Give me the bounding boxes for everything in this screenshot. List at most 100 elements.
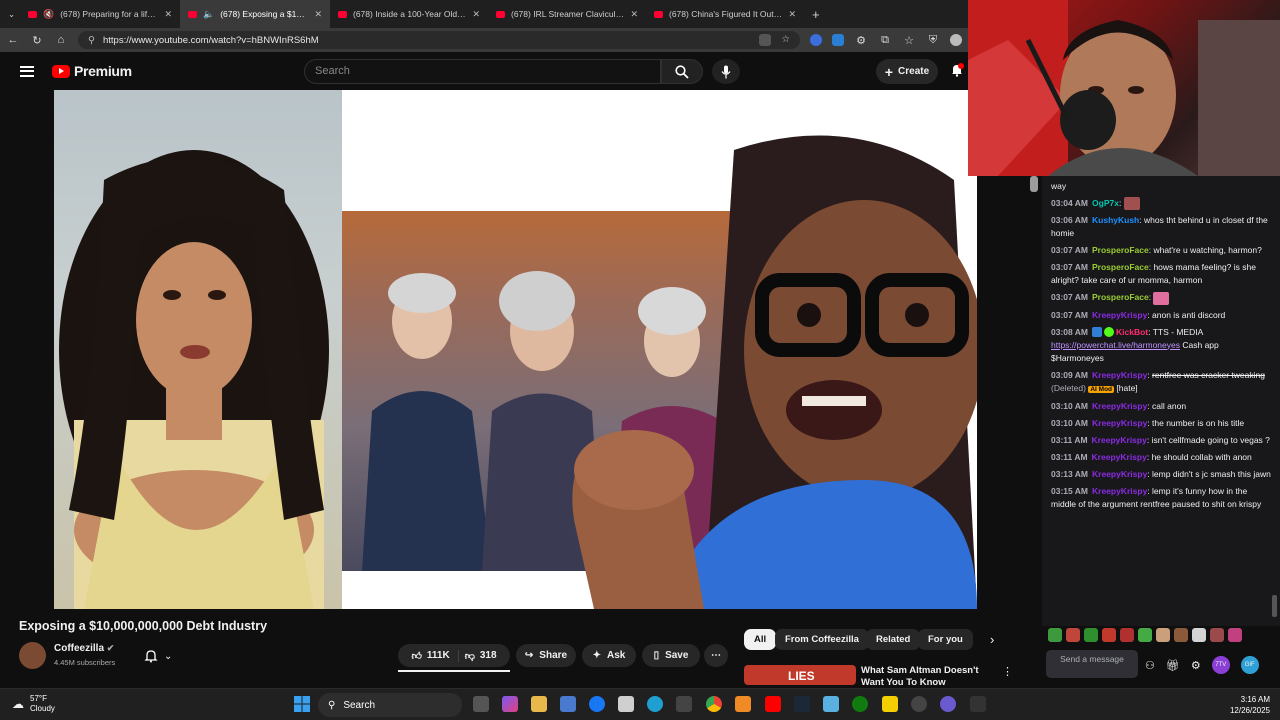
- profile-avatar[interactable]: [950, 34, 962, 46]
- chat-username[interactable]: KushyKush: [1092, 215, 1139, 225]
- browser-tab[interactable]: (678) Inside a 100-Year Old Farm ✕: [330, 0, 488, 28]
- chevron-right-icon[interactable]: ›: [990, 632, 994, 647]
- browser-tab-active[interactable]: 🔈 (678) Exposing a $10,000,000,000 ✕: [180, 0, 330, 28]
- settings-gear-icon[interactable]: ⚙: [1191, 659, 1201, 672]
- copilot-icon[interactable]: [502, 696, 518, 712]
- search-input[interactable]: Search: [304, 59, 661, 84]
- ask-button[interactable]: ✦ Ask: [582, 644, 636, 667]
- chat-link[interactable]: https://powerchat.live/harmoneyes: [1051, 340, 1180, 350]
- notifications-bell-icon[interactable]: [950, 63, 964, 77]
- split-screen-icon[interactable]: ⧉: [878, 34, 892, 47]
- chat-username[interactable]: KickBot: [1116, 327, 1148, 337]
- bookmark-star-icon[interactable]: ☆: [781, 34, 790, 46]
- chip-all[interactable]: All: [744, 629, 777, 650]
- search-button[interactable]: [661, 59, 703, 84]
- emote-icon[interactable]: [1048, 628, 1062, 642]
- chip-from-channel[interactable]: From Coffeezilla: [775, 629, 869, 650]
- emote-icon[interactable]: [1120, 628, 1134, 642]
- extensions-puzzle-icon[interactable]: ⚙: [854, 34, 868, 47]
- sticky-notes-icon[interactable]: [882, 696, 898, 712]
- hamburger-menu-icon[interactable]: [20, 65, 34, 77]
- recommended-video-title[interactable]: What Sam Altman Doesn't Want You To Know: [861, 665, 1001, 685]
- voice-search-button[interactable]: [712, 59, 740, 84]
- browser-tab[interactable]: 🔇 (678) Preparing for a lifetime ✕: [20, 0, 180, 28]
- chat-username[interactable]: KreepyKrispy: [1092, 418, 1147, 428]
- extension-icon[interactable]: [832, 34, 844, 46]
- file-explorer-icon[interactable]: [531, 696, 547, 712]
- home-icon[interactable]: ⌂: [54, 34, 68, 46]
- youtube-icon[interactable]: [765, 696, 781, 712]
- emote-icon[interactable]: [1084, 628, 1098, 642]
- close-tab-icon[interactable]: ✕: [630, 9, 638, 20]
- app-icon[interactable]: [940, 696, 956, 712]
- xbox-icon[interactable]: [852, 696, 868, 712]
- extension-icon[interactable]: [810, 34, 822, 46]
- close-tab-icon[interactable]: ✕: [472, 9, 480, 20]
- taskbar-clock[interactable]: 3:16 AM 12/26/2025: [1230, 694, 1270, 716]
- close-tab-icon[interactable]: ✕: [164, 9, 172, 20]
- vlc-icon[interactable]: [735, 696, 751, 712]
- emote-icon[interactable]: [1066, 628, 1080, 642]
- subscription-bell-button[interactable]: ⌄: [144, 646, 184, 666]
- windows-start-icon[interactable]: [293, 695, 311, 713]
- chip-related[interactable]: Related: [866, 629, 921, 650]
- save-button[interactable]: ▯ Save: [642, 644, 700, 667]
- taskbar-search[interactable]: ⚲ Search: [318, 693, 462, 717]
- more-actions-button[interactable]: ⋯: [704, 644, 728, 667]
- dislike-button[interactable]: 👎︎ 318: [465, 650, 497, 662]
- browser-shield-icon[interactable]: ⛨: [926, 34, 940, 47]
- gif-icon[interactable]: GIF: [1240, 656, 1259, 674]
- task-view-icon[interactable]: [473, 696, 489, 712]
- chat-scrollbar-thumb[interactable]: [1272, 595, 1277, 617]
- chat-username[interactable]: KreepyKrispy: [1092, 401, 1147, 411]
- chat-username[interactable]: ProsperoFace: [1092, 292, 1149, 302]
- channel-avatar[interactable]: [19, 642, 46, 669]
- like-button[interactable]: 👍︎ 111K: [411, 649, 459, 662]
- 7tv-icon[interactable]: 7TV: [1211, 656, 1230, 674]
- chat-username[interactable]: ProsperoFace: [1092, 262, 1149, 272]
- site-info-icon[interactable]: ⚲: [88, 35, 95, 46]
- emote-icon[interactable]: [1138, 628, 1152, 642]
- reload-icon[interactable]: ↻: [30, 34, 44, 47]
- store-icon[interactable]: [560, 696, 576, 712]
- recommended-video-thumbnail[interactable]: LIES: [744, 665, 856, 685]
- chat-username[interactable]: KreepyKrispy: [1092, 310, 1147, 320]
- chat-username[interactable]: KreepyKrispy: [1092, 486, 1147, 496]
- speaker-icon[interactable]: 🔈: [203, 9, 214, 20]
- obs-icon[interactable]: [911, 696, 927, 712]
- page-scrollbar-thumb[interactable]: [1030, 176, 1038, 192]
- app-icon[interactable]: [618, 696, 634, 712]
- chat-username[interactable]: KreepyKrispy: [1092, 452, 1147, 462]
- browser-tab[interactable]: (678) IRL Streamer Clavicular Just ✕: [488, 0, 646, 28]
- back-icon[interactable]: ←: [6, 34, 20, 46]
- gift-icon[interactable]: 🎁︎: [1166, 659, 1180, 672]
- chat-input[interactable]: Send a message: [1046, 650, 1138, 678]
- new-tab-button[interactable]: +: [804, 0, 834, 28]
- chat-username[interactable]: KreepyKrispy: [1092, 469, 1147, 479]
- chat-username[interactable]: KreepyKrispy: [1092, 435, 1147, 445]
- channel-name[interactable]: Coffeezilla ✔: [54, 643, 114, 654]
- emote-icon[interactable]: [1156, 628, 1170, 642]
- more-vertical-icon[interactable]: ⋮: [1002, 665, 1013, 678]
- close-tab-icon[interactable]: ✕: [314, 9, 322, 20]
- browser-tab[interactable]: (678) China's Figured It Out... - Yo ✕: [646, 0, 804, 28]
- app-icon[interactable]: [823, 696, 839, 712]
- facebook-icon[interactable]: [589, 696, 605, 712]
- emote-icon[interactable]: [1192, 628, 1206, 642]
- users-icon[interactable]: ⚇: [1145, 659, 1155, 672]
- app-icon[interactable]: [676, 696, 692, 712]
- steam-icon[interactable]: [794, 696, 810, 712]
- weather-widget[interactable]: ☁ 57°F Cloudy: [12, 694, 55, 714]
- address-bar[interactable]: ⚲ https://www.youtube.com/watch?v=hBNWIn…: [78, 31, 800, 49]
- emote-icon[interactable]: [1228, 628, 1242, 642]
- edge-icon[interactable]: [647, 696, 663, 712]
- chip-for-you[interactable]: For you: [918, 629, 973, 650]
- chat-username[interactable]: KreepyKrispy: [1092, 370, 1147, 380]
- chat-username[interactable]: OgP7x: [1092, 198, 1119, 208]
- chrome-icon[interactable]: [706, 696, 722, 712]
- emote-icon[interactable]: [1174, 628, 1188, 642]
- reader-mode-icon[interactable]: [759, 34, 772, 46]
- app-icon[interactable]: [970, 696, 986, 712]
- close-tab-icon[interactable]: ✕: [788, 9, 796, 20]
- youtube-premium-logo[interactable]: Premium: [52, 63, 132, 79]
